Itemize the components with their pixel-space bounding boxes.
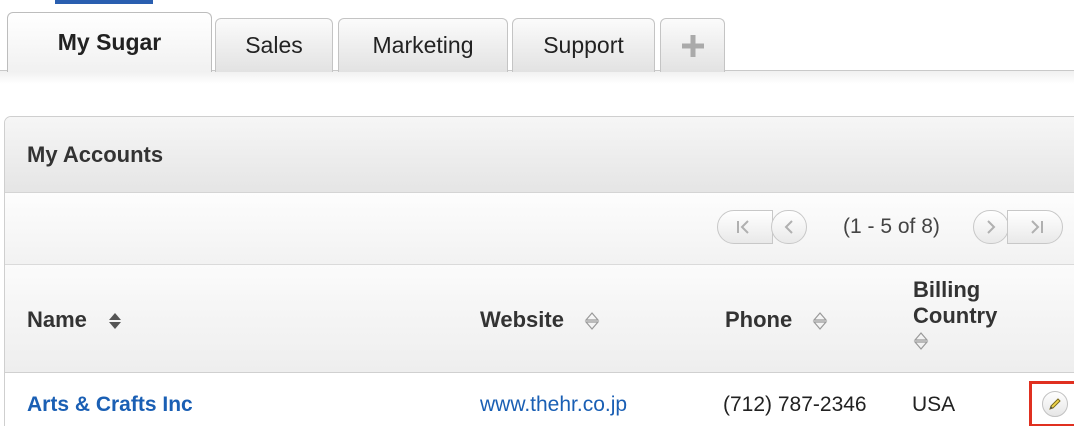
tab-bar: My Sugar Sales Marketing Support (0, 10, 1074, 84)
edit-record-button[interactable] (1029, 381, 1074, 426)
pagination-bar: (1 - 5 of 8) (5, 193, 1074, 265)
column-header-row: Name Website Phone Billing Country (5, 265, 1074, 373)
column-label: Country (913, 303, 998, 328)
tab-support[interactable]: Support (512, 18, 655, 72)
add-tab-button[interactable] (660, 18, 725, 72)
tab-marketing[interactable]: Marketing (338, 18, 508, 72)
sort-icon (584, 312, 600, 331)
top-link-underline[interactable] (55, 0, 153, 4)
first-page-icon (737, 220, 749, 234)
last-page-icon (1031, 220, 1043, 234)
column-header-phone[interactable]: Phone (725, 307, 828, 333)
tab-my-sugar[interactable]: My Sugar (7, 12, 212, 72)
sort-icon (109, 313, 122, 330)
tab-label: Marketing (372, 32, 474, 58)
country-value: USA (912, 393, 956, 416)
column-label: Website (480, 307, 564, 332)
tab-label: Sales (245, 32, 303, 58)
next-page-button[interactable] (973, 210, 1009, 244)
pencil-icon (1042, 391, 1068, 417)
column-header-website[interactable]: Website (480, 307, 600, 333)
plus-icon (681, 34, 704, 57)
dashlet-title: My Accounts (27, 141, 164, 167)
column-label: Billing (913, 277, 981, 302)
chevron-right-icon (987, 220, 996, 234)
prev-page-button[interactable] (771, 210, 807, 244)
sort-icon (913, 332, 929, 350)
tab-sales[interactable]: Sales (215, 18, 333, 72)
column-label: Phone (725, 307, 793, 332)
chevron-left-icon (784, 220, 793, 234)
column-label: Name (27, 307, 87, 332)
sort-icon (813, 312, 828, 331)
dashlet-header: My Accounts (5, 117, 1074, 193)
tab-baseline (0, 70, 1074, 84)
phone-value: (712) 787-2346 (723, 393, 867, 416)
table-row: Arts & Crafts Inc www.thehr.co.jp (712) … (5, 373, 1074, 426)
column-header-name[interactable]: Name (27, 307, 123, 333)
pagination-count: (1 - 5 of 8) (843, 215, 940, 238)
last-page-button[interactable] (1007, 210, 1063, 244)
tab-label: My Sugar (57, 29, 162, 55)
website-link[interactable]: www.thehr.co.jp (480, 393, 627, 417)
column-header-billing-country[interactable]: Billing Country (913, 277, 997, 351)
tab-label: Support (543, 32, 624, 58)
account-name-link[interactable]: Arts & Crafts Inc (27, 393, 193, 417)
first-page-button[interactable] (717, 210, 773, 244)
my-accounts-dashlet: My Accounts (1 - 5 of 8) Name Website Ph… (4, 116, 1074, 426)
